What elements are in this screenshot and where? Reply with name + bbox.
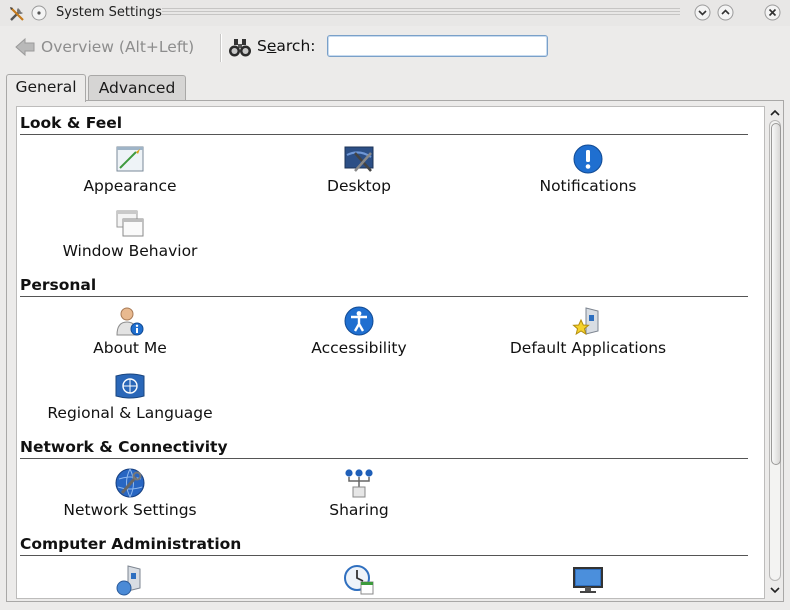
item-regional-language[interactable]: Regional & Language: [20, 370, 240, 422]
item-accessibility[interactable]: Accessibility: [249, 305, 469, 357]
toolbar-separator: [220, 34, 222, 62]
back-arrow-icon: [15, 37, 35, 57]
appearance-icon: [116, 146, 144, 172]
item-sharing[interactable]: Sharing: [249, 467, 469, 519]
section-divider: [20, 134, 748, 135]
title-grip: [162, 8, 680, 17]
item-notifications[interactable]: Notifications: [478, 143, 698, 195]
section-divider: [20, 555, 748, 556]
search-input[interactable]: [327, 35, 548, 57]
scroll-thumb[interactable]: [771, 123, 781, 465]
maximize-button[interactable]: [717, 4, 734, 21]
section-title-look-feel: Look & Feel: [20, 114, 123, 132]
scroll-track[interactable]: [769, 120, 781, 581]
window-menu-icon[interactable]: [31, 5, 47, 21]
item-date-time[interactable]: [249, 564, 469, 596]
item-display[interactable]: [478, 564, 698, 596]
software-management-icon: [116, 565, 141, 596]
vertical-scrollbar[interactable]: [767, 106, 783, 599]
regional-language-icon: [115, 373, 145, 399]
window-behavior-icon: [116, 210, 144, 237]
back-button-label: Overview (Alt+Left): [41, 38, 195, 56]
date-time-icon: [344, 565, 374, 595]
close-button[interactable]: [764, 4, 781, 21]
search-label: Search:: [257, 37, 316, 55]
about-me-icon: [116, 307, 144, 336]
overview-back-button[interactable]: Overview (Alt+Left): [14, 35, 194, 59]
notifications-icon: [573, 144, 603, 174]
section-title-network: Network & Connectivity: [20, 438, 228, 456]
item-desktop[interactable]: Desktop: [249, 143, 469, 195]
binoculars-search-icon: [229, 39, 251, 57]
title-bar[interactable]: System Settings: [0, 0, 790, 26]
item-network-settings[interactable]: Network Settings: [20, 467, 240, 519]
display-icon: [573, 567, 603, 593]
minimize-button[interactable]: [694, 4, 711, 21]
sharing-icon: [345, 469, 373, 498]
item-about-me[interactable]: About Me: [20, 305, 240, 357]
section-title-personal: Personal: [20, 276, 97, 294]
accessibility-icon: [344, 306, 374, 336]
scroll-up-arrow-icon[interactable]: [767, 106, 783, 120]
item-default-applications[interactable]: Default Applications: [478, 305, 698, 357]
toolbar: Overview (Alt+Left) Search:: [0, 28, 790, 66]
item-window-behavior[interactable]: Window Behavior: [20, 208, 240, 260]
section-divider: [20, 296, 748, 297]
tab-advanced[interactable]: Advanced: [88, 75, 186, 101]
section-divider: [20, 458, 748, 459]
tab-general[interactable]: General: [6, 74, 86, 102]
default-applications-icon: [572, 307, 599, 336]
settings-view: Look & Feel Appearance Desktop Notificat…: [16, 106, 765, 599]
network-settings-icon: [115, 468, 145, 498]
window-title: System Settings: [56, 5, 162, 20]
section-title-computer-administration: Computer Administration: [20, 535, 242, 553]
item-software-management[interactable]: [20, 564, 240, 596]
desktop-icon: [344, 146, 374, 172]
tab-panel: Look & Feel Appearance Desktop Notificat…: [6, 100, 784, 602]
item-appearance[interactable]: Appearance: [20, 143, 240, 195]
tools-icon[interactable]: [8, 5, 26, 23]
scroll-down-arrow-icon[interactable]: [767, 583, 783, 597]
